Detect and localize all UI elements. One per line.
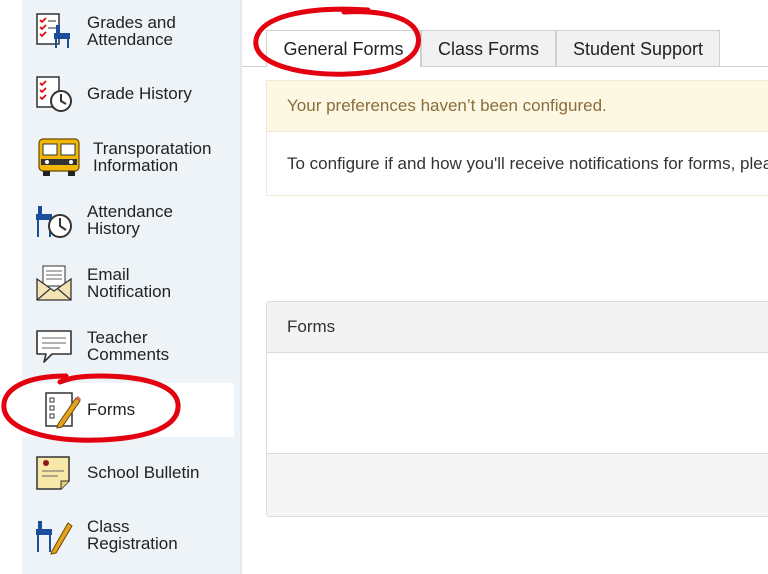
forms-panel-body — [267, 353, 768, 454]
sidebar-item-label: Attendance History — [87, 202, 174, 238]
sidebar-item-email-notification[interactable]: Email Notification — [22, 256, 240, 310]
grade-history-icon — [34, 74, 74, 114]
forms-panel-footer — [267, 454, 768, 516]
tab-class-forms[interactable]: Class Forms — [421, 30, 556, 66]
sidebar-item-transportation[interactable]: Transporatation Information — [22, 130, 240, 184]
tab-general-forms[interactable]: General Forms — [266, 30, 421, 67]
school-bus-icon — [36, 137, 82, 177]
sidebar-item-class-registration[interactable]: Class Registration — [22, 508, 240, 562]
sidebar-item-label: Teacher Comments — [87, 328, 170, 364]
sidebar-item-label: Grades and Attendance — [87, 13, 176, 49]
sidebar-item-label: Grade History — [87, 84, 192, 103]
sidebar-item-label: School Bulletin — [87, 463, 200, 482]
sidebar-item-school-bulletin[interactable]: School Bulletin — [22, 446, 240, 500]
sidebar-item-grades-attendance[interactable]: Grades and Attendance — [22, 4, 240, 58]
sidebar-item-grade-history[interactable]: Grade History — [22, 67, 240, 121]
sidebar-item-label: Transporatation Information — [93, 139, 212, 175]
forms-checklist-icon — [42, 390, 82, 430]
sidebar-divider — [240, 0, 242, 574]
sidebar-item-attendance-history[interactable]: Attendance History — [22, 193, 240, 247]
bulletin-icon — [34, 453, 74, 493]
forms-panel-header: Forms — [267, 302, 768, 353]
sidebar-item-label: Email Notification — [87, 265, 172, 301]
class-registration-icon — [34, 515, 74, 555]
grades-attendance-icon — [34, 11, 74, 51]
attendance-history-icon — [34, 200, 74, 240]
sidebar-item-teacher-comments[interactable]: Teacher Comments — [22, 319, 240, 373]
alert-header: Your preferences haven’t been configured… — [267, 81, 768, 132]
forms-panel: Forms — [266, 301, 768, 517]
tab-student-support[interactable]: Student Support — [556, 30, 720, 66]
preferences-alert: Your preferences haven’t been configured… — [266, 80, 768, 196]
email-envelope-icon — [34, 263, 74, 303]
sidebar-item-label: Class Registration — [87, 517, 178, 553]
sidebar-item-label: Forms — [87, 400, 136, 419]
speech-bubble-icon — [34, 326, 74, 366]
sidebar: Grades and Attendance Grade History Tran… — [22, 0, 240, 574]
sidebar-item-forms[interactable]: Forms — [22, 383, 234, 437]
alert-body: To configure if and how you'll receive n… — [287, 154, 768, 173]
